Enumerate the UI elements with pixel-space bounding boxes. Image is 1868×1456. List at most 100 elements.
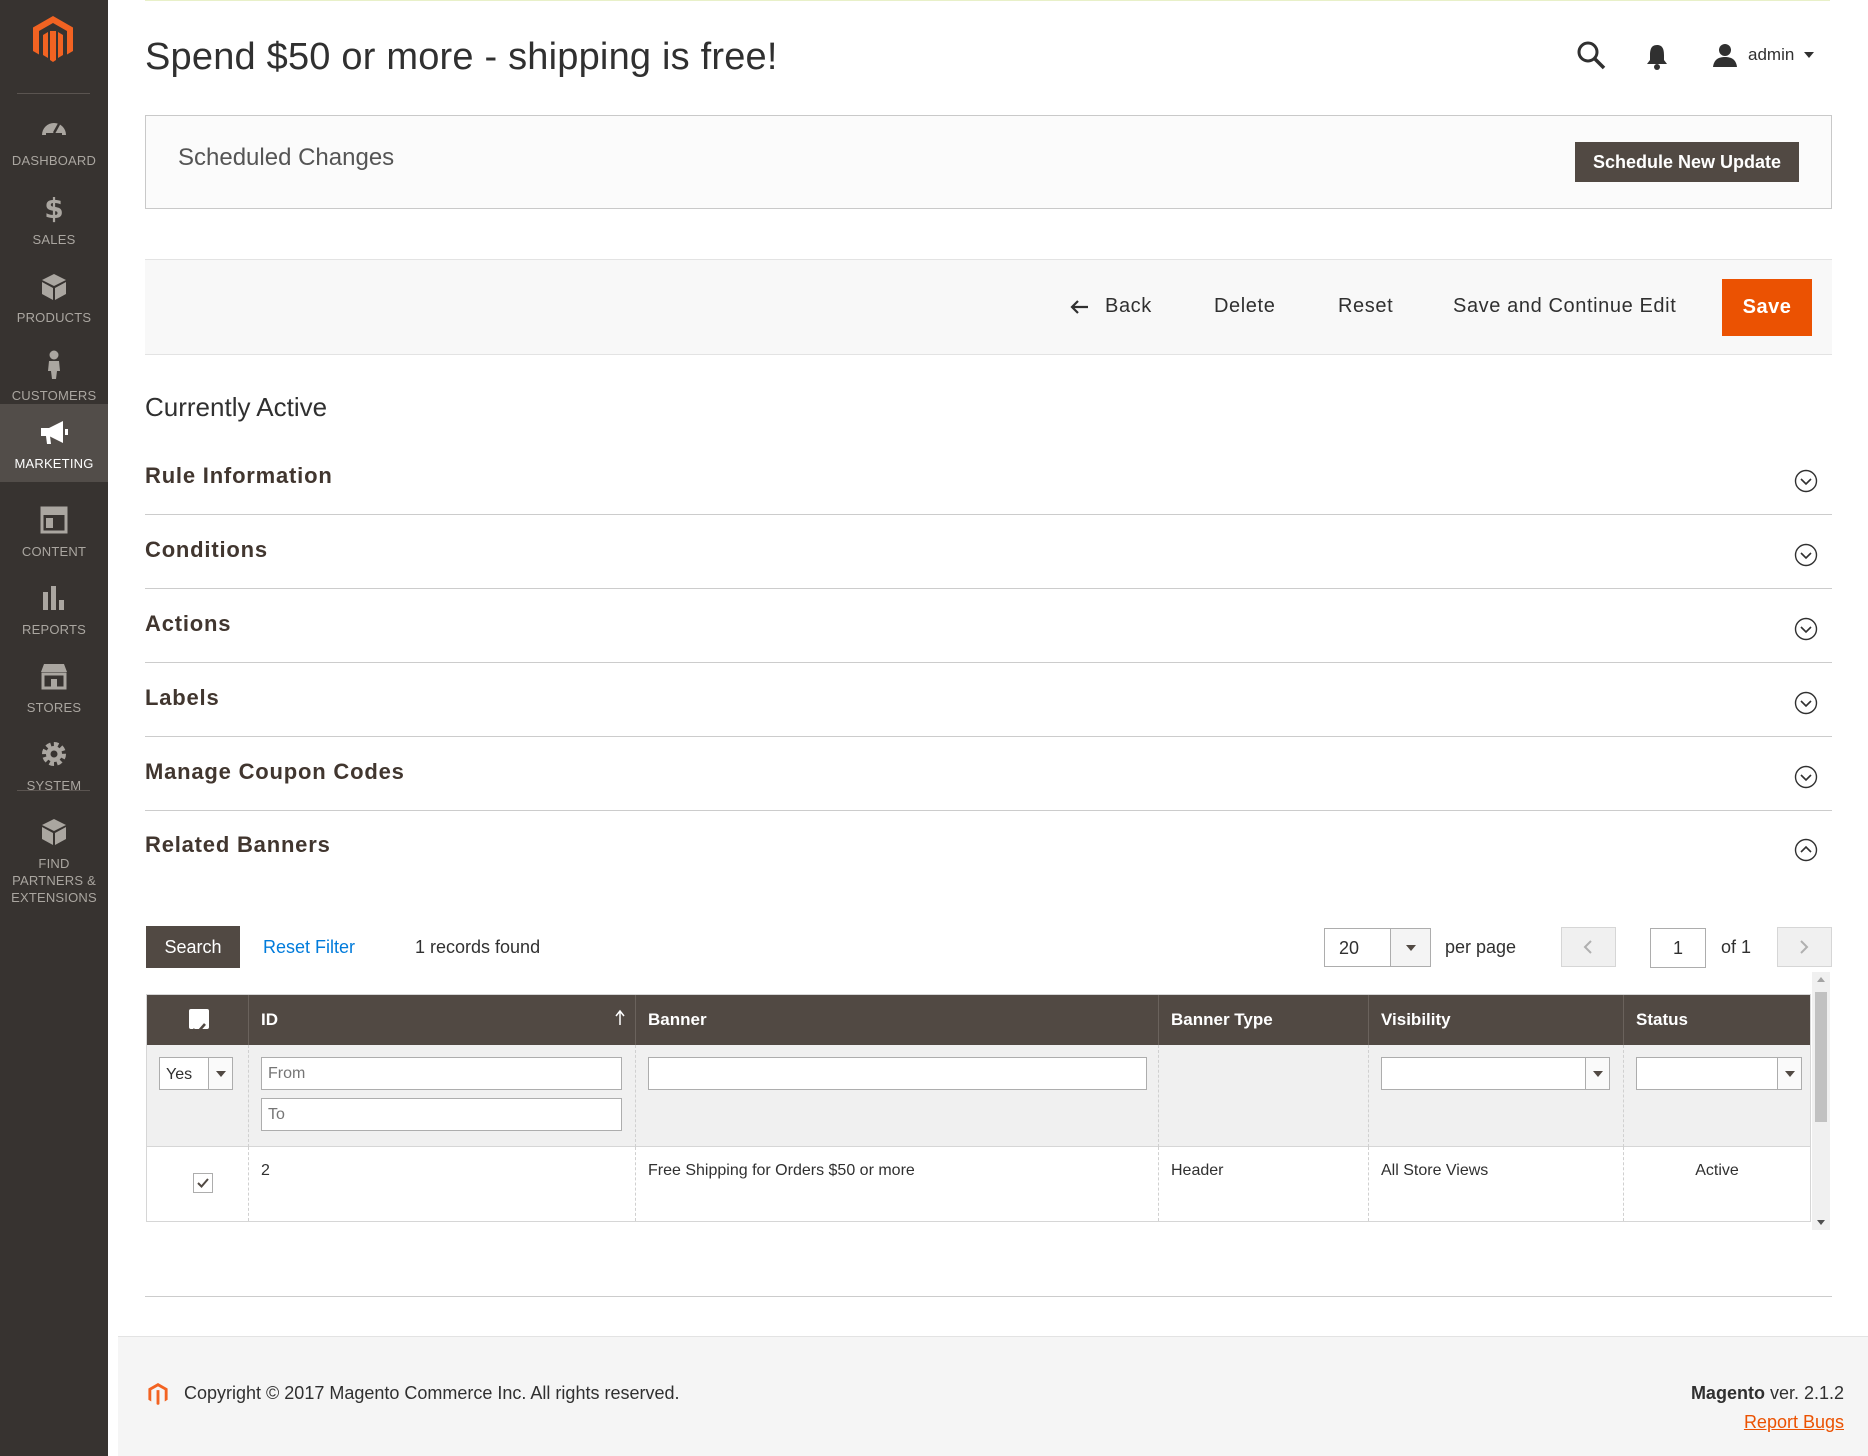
per-page-select[interactable]: 20 (1324, 928, 1431, 967)
sidebar-item-find-partners[interactable]: FIND PARTNERS & EXTENSIONS (0, 804, 108, 905)
status-filter-select[interactable] (1636, 1057, 1802, 1090)
chevron-down-icon (1777, 1058, 1801, 1089)
sidebar-item-reports[interactable]: REPORTS (0, 570, 108, 648)
gear-icon (42, 742, 66, 766)
filter-cell-visibility (1369, 1045, 1624, 1147)
sidebar-item-products[interactable]: PRODUCTS (0, 258, 108, 336)
row-select-cell (147, 1147, 249, 1221)
sidebar-item-label: STORES (26, 700, 82, 715)
sidebar-divider (17, 93, 90, 94)
chevron-down-icon (1794, 543, 1818, 567)
section-actions[interactable]: Actions (145, 589, 1832, 663)
sidebar-divider (17, 790, 90, 791)
in-banners-filter-select[interactable]: Yes (159, 1057, 233, 1090)
row-checkbox[interactable] (193, 1173, 213, 1193)
section-rule-information[interactable]: Rule Information (145, 441, 1832, 515)
banner-filter-input[interactable] (648, 1057, 1147, 1090)
magento-logo-icon[interactable] (28, 14, 78, 64)
row-banner: Free Shipping for Orders $50 or more (636, 1147, 1159, 1221)
grid-search-button[interactable]: Search (146, 926, 240, 968)
sidebar-item-label: FIND PARTNERS & EXTENSIONS (11, 856, 97, 905)
section-labels[interactable]: Labels (145, 663, 1832, 737)
id-from-input[interactable] (261, 1057, 622, 1090)
section-title: Manage Coupon Codes (145, 759, 405, 784)
page-count: of 1 (1721, 937, 1752, 957)
checkmark-icon (192, 1023, 206, 1035)
bar-chart-icon (43, 586, 64, 610)
records-found: 1 records found (415, 937, 541, 957)
user-name: admin (1748, 45, 1795, 64)
chevron-down-icon (1794, 617, 1818, 641)
layout-icon (40, 506, 68, 534)
scroll-up-icon[interactable] (1817, 977, 1825, 982)
filter-cell-id (249, 1045, 636, 1147)
sidebar-item-stores[interactable]: STORES (0, 648, 108, 726)
sidebar-item-sales[interactable]: $ SALES (0, 180, 108, 258)
select-all-checkbox[interactable] (189, 1009, 209, 1035)
dollar-icon: $ (44, 192, 63, 224)
sidebar-item-customers[interactable]: CUSTOMERS (0, 336, 108, 414)
section-manage-coupon-codes[interactable]: Manage Coupon Codes (145, 737, 1832, 811)
per-page-value: 20 (1339, 938, 1360, 958)
page-number-input[interactable] (1650, 928, 1706, 968)
section-conditions[interactable]: Conditions (145, 515, 1832, 589)
grid-header-banner[interactable]: Banner (636, 995, 1159, 1045)
copyright-text: Copyright © 2017 Magento Commerce Inc. A… (184, 1383, 680, 1403)
grid-header-banner-type[interactable]: Banner Type (1159, 995, 1369, 1045)
row-id: 2 (249, 1147, 636, 1221)
bell-icon[interactable] (1644, 42, 1670, 70)
sidebar-item-marketing[interactable]: MARKETING (0, 404, 108, 482)
grid-scrollbar[interactable] (1812, 972, 1830, 1230)
save-button[interactable]: Save (1722, 279, 1812, 336)
column-label: Banner Type (1171, 1010, 1273, 1029)
reset-filter-link[interactable]: Reset Filter (263, 937, 355, 958)
scrollbar-thumb[interactable] (1815, 992, 1827, 1122)
sort-ascending-icon (615, 1009, 625, 1025)
page-title: Spend $50 or more - shipping is free! (145, 36, 778, 78)
sidebar-item-label: REPORTS (21, 622, 86, 637)
filter-cell-status (1624, 1045, 1810, 1147)
person-icon (48, 350, 60, 379)
back-button[interactable]: Back (1069, 295, 1152, 318)
grid-header-status[interactable]: Status (1624, 995, 1810, 1045)
back-label: Back (1105, 295, 1152, 317)
page-actions-bar: Back Delete Reset Save and Continue Edit… (145, 259, 1832, 355)
user-icon (1713, 44, 1737, 67)
filter-cell-banner (636, 1045, 1159, 1147)
filter-cell-banner-type (1159, 1045, 1369, 1147)
grid-header-visibility[interactable]: Visibility (1369, 995, 1624, 1045)
select-value: Yes (166, 1066, 193, 1083)
currently-active-heading: Currently Active (145, 392, 328, 422)
next-page-button[interactable] (1777, 927, 1832, 967)
scroll-down-icon[interactable] (1817, 1220, 1825, 1225)
sidebar-item-dashboard[interactable]: DASHBOARD (0, 101, 108, 179)
filter-cell-select: Yes (147, 1045, 249, 1147)
section-related-banners[interactable]: Related Banners (145, 810, 1832, 884)
table-row[interactable]: 2 Free Shipping for Orders $50 or more H… (147, 1147, 1810, 1221)
save-and-continue-button[interactable]: Save and Continue Edit (1453, 295, 1676, 318)
sidebar-item-content[interactable]: CONTENT (0, 492, 108, 570)
chevron-down-icon (1794, 765, 1818, 789)
version-info: Magento ver. 2.1.2 (1691, 1383, 1844, 1404)
row-status: Active (1695, 1162, 1739, 1179)
report-bugs-link[interactable]: Report Bugs (1744, 1412, 1844, 1433)
grid-header-id[interactable]: ID (249, 995, 636, 1045)
previous-page-button[interactable] (1561, 927, 1616, 967)
reset-button[interactable]: Reset (1338, 295, 1393, 318)
row-visibility: All Store Views (1369, 1147, 1624, 1221)
user-menu[interactable]: admin (1712, 40, 1815, 70)
chevron-down-icon (1804, 52, 1815, 58)
chevron-left-icon (1583, 940, 1592, 954)
sidebar-item-label: MARKETING (14, 456, 94, 471)
visibility-filter-select[interactable] (1381, 1057, 1610, 1090)
sidebar-item-system[interactable]: SYSTEM (0, 726, 108, 804)
per-page-label: per page (1445, 937, 1517, 957)
top-accent-line (145, 0, 1830, 1)
magento-logo-icon (148, 1382, 168, 1406)
svg-text:$: $ (44, 192, 63, 224)
id-to-input[interactable] (261, 1098, 622, 1131)
content-divider (145, 1296, 1832, 1297)
search-icon[interactable] (1576, 40, 1606, 70)
schedule-new-update-button[interactable]: Schedule New Update (1575, 142, 1799, 182)
delete-button[interactable]: Delete (1214, 295, 1275, 318)
